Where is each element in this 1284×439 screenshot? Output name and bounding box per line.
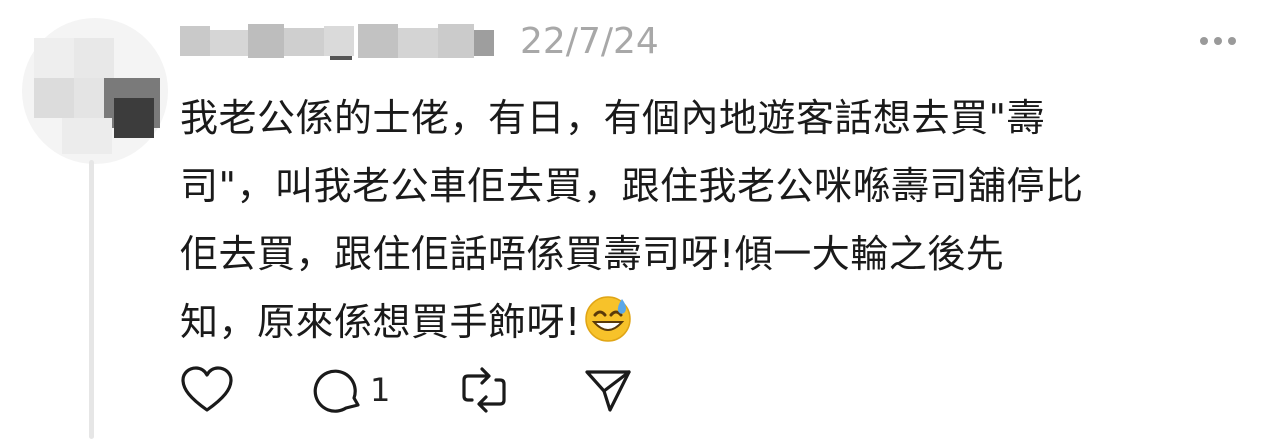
- dot: [1214, 37, 1222, 45]
- reply-button[interactable]: 1: [312, 364, 390, 416]
- post-line-last: 知，原來係想買手飾呀!: [180, 288, 1270, 356]
- repost-icon: [462, 367, 506, 413]
- send-icon: [585, 370, 631, 412]
- avatar-pixel: [74, 38, 114, 78]
- more-options-button[interactable]: [1188, 26, 1248, 56]
- dot: [1228, 37, 1236, 45]
- username-pixel: [330, 56, 352, 60]
- like-button[interactable]: [180, 365, 234, 415]
- post-line: 我老公係的士佬，有日，有個內地遊客話想去買"壽: [180, 96, 1045, 140]
- thread-line: [89, 160, 94, 439]
- username-pixel: [284, 28, 324, 56]
- username-pixel: [398, 28, 438, 58]
- username-pixel: [210, 30, 248, 56]
- post-text: 我老公係的士佬，有日，有個內地遊客話想去買"壽 司"，叫我老公車佢去買，跟住我老公…: [180, 84, 1270, 356]
- sweat-smile-emoji: [585, 296, 631, 342]
- username-pixel: [438, 24, 474, 58]
- username-blurred[interactable]: [180, 20, 500, 62]
- avatar-pixel: [34, 78, 74, 118]
- action-bar: 1: [180, 362, 634, 418]
- dot: [1200, 37, 1208, 45]
- avatar-pixel: [34, 38, 74, 78]
- heart-icon: [181, 366, 233, 412]
- post-timestamp: 22/7/24: [520, 21, 659, 62]
- post-line: 知，原來係想買手飾呀!: [180, 300, 581, 344]
- username-pixel: [180, 26, 210, 56]
- post-line: 司"，叫我老公車佢去買，跟住我老公咪喺壽司舖停比: [180, 164, 1084, 208]
- username-pixel: [358, 24, 398, 58]
- username-pixel: [474, 30, 494, 56]
- avatar[interactable]: [22, 18, 168, 164]
- username-pixel: [248, 24, 284, 58]
- username-pixel: [324, 26, 354, 56]
- share-button[interactable]: [582, 364, 634, 416]
- comment-icon: [313, 369, 360, 413]
- avatar-pixel: [62, 118, 112, 154]
- repost-button[interactable]: [458, 364, 510, 416]
- reply-count: 1: [370, 371, 391, 409]
- post-line: 佢去買，跟住佢話唔係買壽司呀!傾一大輪之後先: [180, 232, 1005, 276]
- avatar-pixel: [114, 98, 154, 138]
